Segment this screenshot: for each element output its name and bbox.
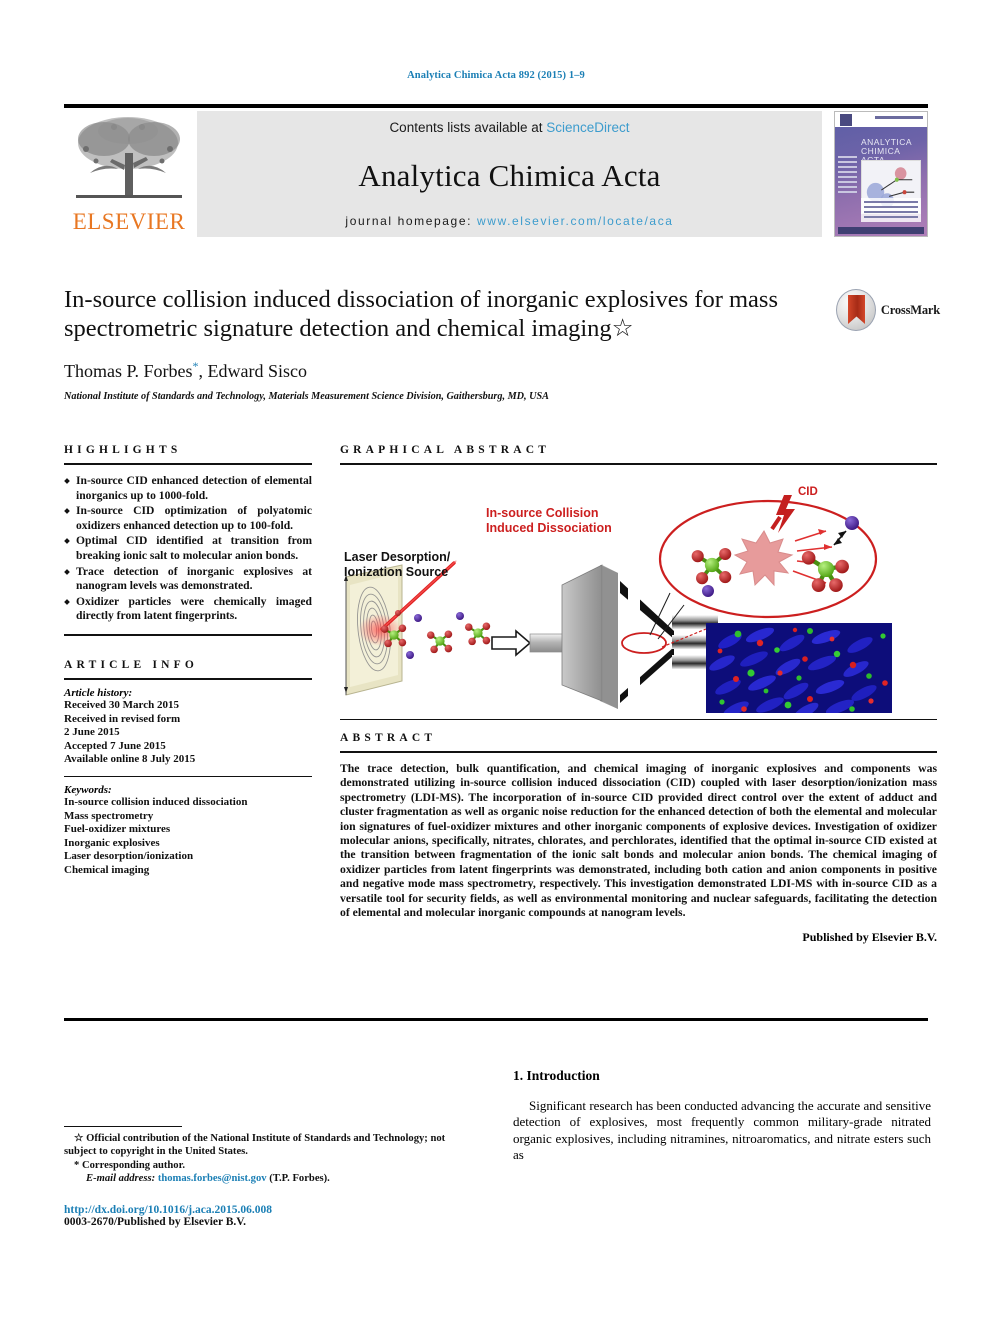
journal-masthead: ELSEVIER Contents lists available at Sci… [64, 104, 928, 237]
keyword-item: Fuel-oxidizer mixtures [64, 823, 171, 836]
homepage-prefix: journal homepage: [345, 214, 477, 228]
title-footnote-marker: ☆ [611, 315, 634, 342]
article-history-line: Available online 8 July 2015 [64, 753, 196, 766]
abstract-block: ABSTRACT The trace detection, bulk quant… [340, 732, 937, 945]
keyword-item: In-source collision induced dissociation [64, 795, 248, 808]
abstract-heading: ABSTRACT [340, 732, 437, 744]
author-list: Thomas P. Forbes*, Edward Sisco [64, 359, 824, 382]
section-divider-rule [64, 1018, 928, 1021]
cid-zoom-ellipse [658, 495, 878, 619]
source-cone-plate [561, 564, 618, 709]
author-primary: Thomas P. Forbes [64, 361, 193, 381]
article-history-line: 2 June 2015 [64, 726, 120, 739]
left-column: HIGHLIGHTS In-source CID enhanced detect… [64, 444, 312, 877]
list-item: In-source CID optimization of polyatomic… [64, 504, 312, 533]
email-address-label: E-mail address: [86, 1173, 156, 1185]
list-item: Trace detection of inorganic explosives … [64, 565, 312, 594]
title-block: In-source collision induced dissociation… [64, 285, 824, 402]
cover-bottom-block [861, 198, 921, 222]
footnote-corresponding: * Corresponding author. [64, 1159, 464, 1172]
footnote-star: ☆ Official contribution of the National … [64, 1132, 464, 1159]
label-cid-line1: In-source Collision [486, 506, 599, 520]
cover-footer-strip [838, 227, 924, 234]
graphical-abstract-heading: GRAPHICAL ABSTRACT [340, 444, 551, 456]
journal-title: Analytica Chimica Acta [358, 157, 661, 193]
highlights-heading: HIGHLIGHTS [64, 444, 182, 456]
abstract-body: The trace detection, bulk quantification… [340, 762, 937, 920]
keyword-item: Inorganic explosives [64, 836, 160, 849]
label-cid-line2: Induced Dissociation [486, 521, 612, 535]
introduction-paragraph: Significant research has been conducted … [513, 1098, 931, 1163]
keywords-label: Keywords: [64, 783, 112, 796]
doi-link[interactable]: http://dx.doi.org/10.1016/j.aca.2015.06.… [64, 1204, 464, 1216]
graphical-abstract-top-rule [340, 463, 937, 465]
cover-header-text [875, 116, 923, 119]
journal-homepage-line: journal homepage: www.elsevier.com/locat… [345, 214, 673, 228]
keyword-item: Mass spectrometry [64, 809, 154, 822]
crossmark-icon [836, 289, 876, 331]
keywords-rule [64, 775, 312, 777]
author-affiliation: National Institute of Standards and Tech… [64, 391, 549, 402]
published-by: Published by Elsevier B.V. [802, 930, 937, 945]
contents-prefix: Contents lists available at [389, 120, 547, 135]
list-item: Oxidizer particles were chemically image… [64, 595, 312, 624]
highlights-top-rule [64, 463, 312, 465]
ion-transfer-arrow [491, 629, 532, 657]
author-secondary: , Edward Sisco [198, 361, 307, 381]
elsevier-logo-block: ELSEVIER [64, 111, 195, 237]
paper-page: Analytica Chimica Acta 892 (2015) 1–9 EL… [0, 0, 992, 1323]
graphical-abstract-bottom-rule [340, 719, 937, 720]
article-history-line: Received in revised form [64, 712, 181, 725]
footnote-corresponding-marker: * [74, 1159, 80, 1171]
ion-optics-lenses [620, 581, 718, 713]
label-cid-arrow: CID [798, 486, 818, 498]
introduction-heading: 1. Introduction [513, 1068, 600, 1083]
article-history-line: Received 30 March 2015 [64, 698, 179, 711]
footnote-rule [64, 1126, 182, 1127]
elsevier-wordmark: ELSEVIER [72, 209, 186, 234]
article-info-heading: ARTICLE INFO [64, 658, 199, 671]
article-info-block: ARTICLE INFO Article history: Received 3… [64, 659, 312, 878]
highlights-bottom-rule [64, 633, 312, 636]
article-info-top-rule [64, 677, 312, 680]
elsevier-tree-icon [70, 113, 188, 209]
article-history-line: Accepted 7 June 2015 [64, 739, 166, 752]
cation-separation-arrow [833, 530, 847, 546]
footnote-star-marker: ☆ [74, 1133, 84, 1144]
email-address-link[interactable]: thomas.forbes@nist.gov [158, 1173, 267, 1184]
article-history-label: Article history: [64, 686, 133, 699]
paper-title-text: In-source collision induced dissociation… [64, 286, 778, 342]
label-laser-source-line2: Ionization Source [344, 565, 448, 579]
cover-sidebar-lines [838, 156, 857, 218]
right-column: GRAPHICAL ABSTRACT Laser Desorption/ Ion… [340, 444, 937, 945]
issn-copyright-line: 0003-2670/Published by Elsevier B.V. [64, 1215, 247, 1228]
running-head: Analytica Chimica Acta 892 (2015) 1–9 [407, 70, 585, 81]
footnote-corresponding-text: Corresponding author. [81, 1159, 185, 1171]
journal-band: Contents lists available at ScienceDirec… [197, 111, 822, 237]
chemical-image-panel [706, 623, 892, 713]
page-title: In-source collision induced dissociation… [64, 285, 824, 343]
introduction-section: 1. Introduction Significant research has… [513, 1068, 931, 1164]
list-item: Optimal CID identified at transition fro… [64, 534, 312, 563]
keyword-item: Chemical imaging [64, 863, 150, 876]
cover-elsevier-mark [840, 114, 852, 126]
homepage-url-link[interactable]: www.elsevier.com/locate/aca [477, 214, 674, 228]
footnote-star-text: Official contribution of the National In… [64, 1133, 446, 1158]
crossmark-label: CrossMark [880, 302, 940, 317]
sciencedirect-link[interactable]: ScienceDirect [546, 120, 629, 135]
label-laser-source-line1: Laser Desorption/ [344, 550, 451, 564]
journal-cover-thumbnail: ANALYTICA CHIMICA ACTA [834, 111, 928, 237]
highlights-list: In-source CID enhanced detection of elem… [64, 474, 312, 624]
graphical-abstract-figure: Laser Desorption/ Ionization Source In-s… [340, 473, 937, 719]
contents-available-line: Contents lists available at ScienceDirec… [389, 120, 629, 135]
footnotes-block: ☆ Official contribution of the National … [64, 1126, 464, 1228]
footnote-email-line: E-mail address: thomas.forbes@nist.gov (… [64, 1172, 464, 1185]
email-address-owner: (T.P. Forbes). [269, 1173, 330, 1185]
abstract-top-rule [340, 751, 937, 753]
collision-burst-icon [733, 530, 794, 587]
keyword-item: Laser desorption/ionization [64, 850, 194, 863]
list-item: In-source CID enhanced detection of elem… [64, 474, 312, 503]
crossmark-badge[interactable]: CrossMark [836, 288, 940, 332]
